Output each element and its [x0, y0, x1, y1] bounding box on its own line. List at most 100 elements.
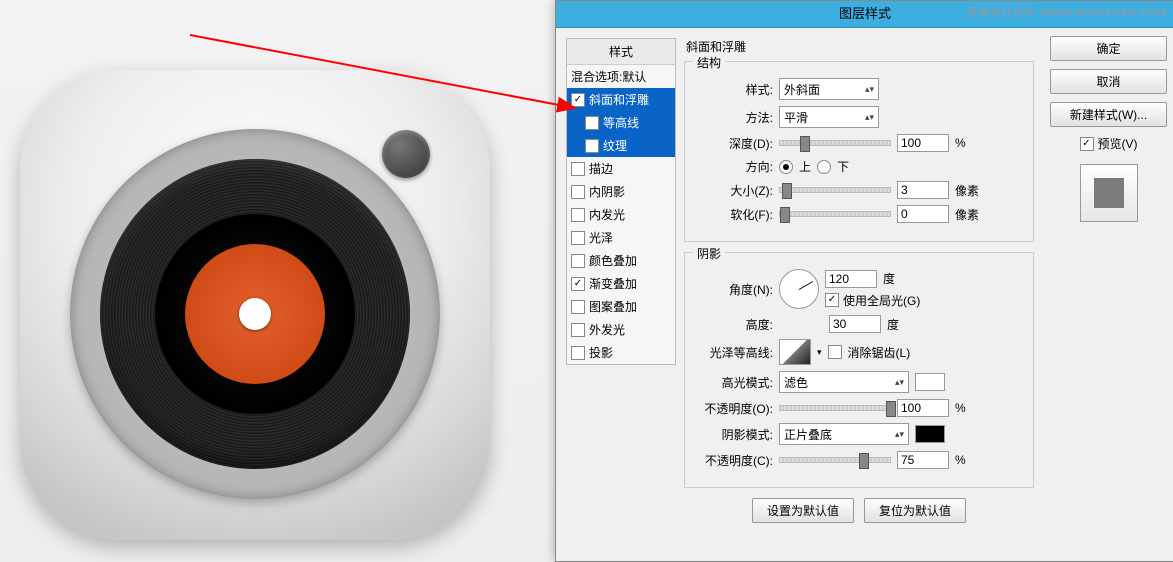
angle-input[interactable]: 120: [825, 270, 877, 288]
updown-icon: ▴▾: [865, 115, 874, 120]
size-input[interactable]: 3: [897, 181, 949, 199]
updown-icon: ▴▾: [895, 380, 904, 385]
shadow-opacity-label: 不透明度(C):: [697, 452, 773, 469]
shadow-mode-label: 阴影模式:: [697, 426, 773, 443]
canvas-area: [0, 0, 560, 562]
style-select[interactable]: 外斜面▴▾: [779, 78, 879, 100]
ok-button[interactable]: 确定: [1050, 36, 1167, 61]
direction-label: 方向:: [697, 158, 773, 175]
styles-list-header: 样式: [567, 39, 675, 65]
vinyl-icon-artwork: [20, 70, 490, 540]
checkbox-pattern-overlay[interactable]: [571, 300, 585, 314]
style-inner-glow[interactable]: 内发光: [567, 203, 675, 226]
updown-icon: ▴▾: [895, 432, 904, 437]
structure-legend: 结构: [693, 54, 725, 71]
highlight-mode-select[interactable]: 滤色▴▾: [779, 371, 909, 393]
structure-fieldset: 结构 样式: 外斜面▴▾ 方法: 平滑▴▾ 深度(D): 100 % 方向:: [684, 61, 1034, 242]
soften-input[interactable]: 0: [897, 205, 949, 223]
checkbox-inner-shadow[interactable]: [571, 185, 585, 199]
global-light-label: 使用全局光(G): [843, 292, 920, 309]
preview-checkbox[interactable]: [1080, 137, 1094, 151]
disc-outer-rim: [70, 129, 440, 499]
highlight-opacity-input[interactable]: 100: [897, 399, 949, 417]
layer-style-dialog: 图层样式 样式 混合选项:默认 斜面和浮雕 等高线 纹理 描边 内阴影 内发光 …: [555, 0, 1173, 562]
technique-label: 方法:: [697, 109, 773, 126]
style-color-overlay[interactable]: 颜色叠加: [567, 249, 675, 272]
style-stroke[interactable]: 描边: [567, 157, 675, 180]
checkbox-contour[interactable]: [585, 116, 599, 130]
technique-select[interactable]: 平滑▴▾: [779, 106, 879, 128]
watermark-text: 思缘设计论坛 WWW.MISSYUAN.COM: [967, 4, 1167, 20]
style-contour[interactable]: 等高线: [567, 111, 675, 134]
altitude-label: 高度:: [697, 316, 773, 333]
altitude-input[interactable]: 30: [829, 315, 881, 333]
small-lens-dot: [382, 130, 430, 178]
style-pattern-overlay[interactable]: 图案叠加: [567, 295, 675, 318]
direction-up-radio[interactable]: [779, 160, 793, 174]
panel-heading: 斜面和浮雕: [686, 38, 1034, 55]
preview-label: 预览(V): [1098, 135, 1138, 152]
global-light-checkbox[interactable]: [825, 293, 839, 307]
blending-options-default[interactable]: 混合选项:默认: [567, 65, 675, 88]
dialog-button-column: 确定 取消 新建样式(W)... 预览(V): [1051, 36, 1166, 222]
disc-orange-label: [185, 244, 325, 384]
gloss-contour-picker[interactable]: [779, 339, 811, 365]
depth-label: 深度(D):: [697, 135, 773, 152]
soften-unit: 像素: [955, 206, 979, 223]
checkbox-satin[interactable]: [571, 231, 585, 245]
new-style-button[interactable]: 新建样式(W)...: [1050, 102, 1167, 127]
checkbox-gradient-overlay[interactable]: [571, 277, 585, 291]
style-outer-glow[interactable]: 外发光: [567, 318, 675, 341]
checkbox-outer-glow[interactable]: [571, 323, 585, 337]
checkbox-texture[interactable]: [585, 139, 599, 153]
shadow-opacity-unit: %: [955, 453, 979, 467]
direction-down-radio[interactable]: [817, 160, 831, 174]
style-satin[interactable]: 光泽: [567, 226, 675, 249]
gloss-contour-label: 光泽等高线:: [697, 344, 773, 361]
shading-legend: 阴影: [693, 245, 725, 262]
checkbox-drop-shadow[interactable]: [571, 346, 585, 360]
highlight-opacity-unit: %: [955, 401, 979, 415]
antialias-checkbox[interactable]: [828, 345, 842, 359]
depth-unit: %: [955, 136, 979, 150]
highlight-opacity-label: 不透明度(O):: [697, 400, 773, 417]
highlight-mode-label: 高光模式:: [697, 374, 773, 391]
preview-thumbnail: [1080, 164, 1138, 222]
depth-slider[interactable]: [779, 140, 891, 146]
disc-black-ring: [155, 214, 355, 414]
angle-dial[interactable]: [779, 269, 819, 309]
shadow-opacity-slider[interactable]: [779, 457, 891, 463]
altitude-unit: 度: [887, 316, 899, 333]
cancel-button[interactable]: 取消: [1050, 69, 1167, 94]
styles-list-panel: 样式 混合选项:默认 斜面和浮雕 等高线 纹理 描边 内阴影 内发光 光泽 颜色…: [566, 38, 676, 365]
disc-center-hole: [239, 298, 271, 330]
dropdown-icon[interactable]: ▾: [817, 347, 822, 358]
antialias-label: 消除锯齿(L): [848, 344, 911, 361]
highlight-color-swatch[interactable]: [915, 373, 945, 391]
depth-input[interactable]: 100: [897, 134, 949, 152]
shadow-color-swatch[interactable]: [915, 425, 945, 443]
shading-fieldset: 阴影 角度(N): 120 度 使用全局光(G): [684, 252, 1034, 488]
checkbox-bevel[interactable]: [571, 93, 585, 107]
style-drop-shadow[interactable]: 投影: [567, 341, 675, 364]
size-unit: 像素: [955, 182, 979, 199]
shadow-opacity-input[interactable]: 75: [897, 451, 949, 469]
style-label: 样式:: [697, 81, 773, 98]
checkbox-color-overlay[interactable]: [571, 254, 585, 268]
angle-unit: 度: [883, 270, 895, 287]
checkbox-stroke[interactable]: [571, 162, 585, 176]
style-inner-shadow[interactable]: 内阴影: [567, 180, 675, 203]
make-default-button[interactable]: 设置为默认值: [752, 498, 854, 523]
direction-down-label: 下: [837, 158, 849, 175]
shadow-mode-select[interactable]: 正片叠底▴▾: [779, 423, 909, 445]
style-bevel-emboss[interactable]: 斜面和浮雕: [567, 88, 675, 111]
highlight-opacity-slider[interactable]: [779, 405, 891, 411]
direction-up-label: 上: [799, 158, 811, 175]
style-texture[interactable]: 纹理: [567, 134, 675, 157]
size-slider[interactable]: [779, 187, 891, 193]
style-gradient-overlay[interactable]: 渐变叠加: [567, 272, 675, 295]
soften-slider[interactable]: [779, 211, 891, 217]
angle-label: 角度(N):: [697, 281, 773, 298]
checkbox-inner-glow[interactable]: [571, 208, 585, 222]
reset-default-button[interactable]: 复位为默认值: [864, 498, 966, 523]
